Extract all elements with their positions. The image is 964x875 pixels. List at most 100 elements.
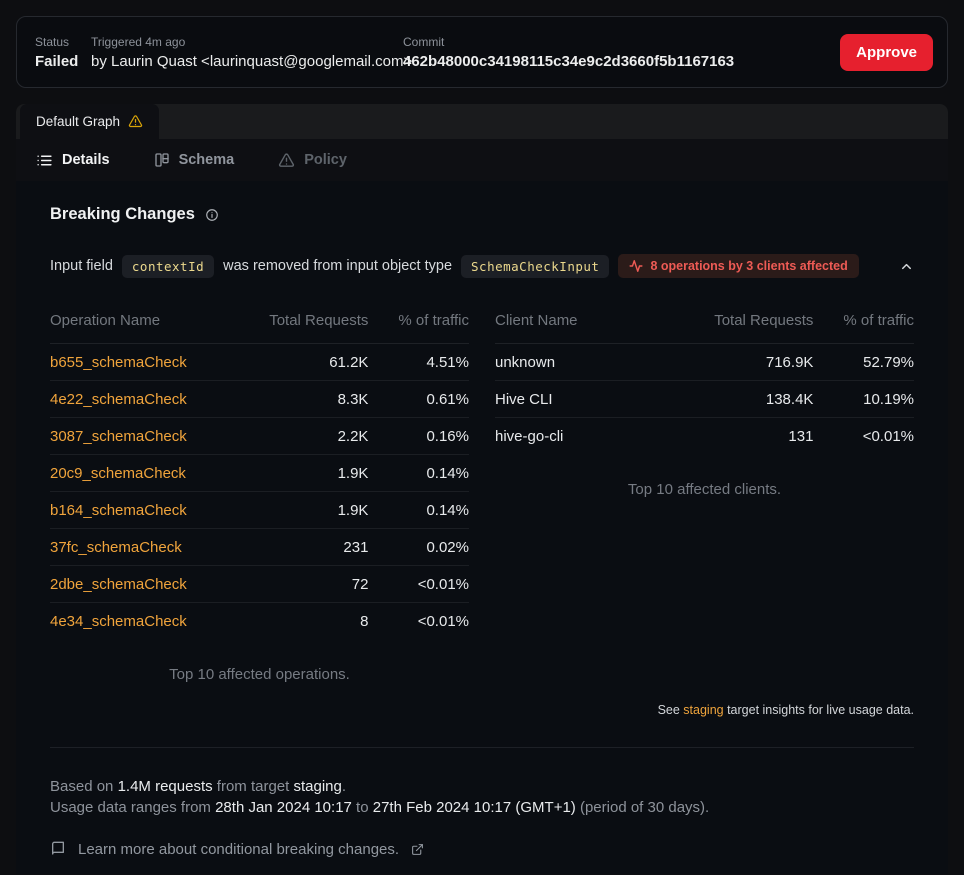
traffic-cell: <0.01%	[813, 418, 914, 455]
operation-link[interactable]: 4e34_schemaCheck	[50, 613, 187, 630]
operation-link[interactable]: 3087_schemaCheck	[50, 428, 187, 445]
breaking-changes-title: Breaking Changes	[50, 205, 195, 224]
status-label: Status	[35, 35, 91, 49]
requests-cell: 1.9K	[243, 455, 369, 492]
insights-note: See staging target insights for live usa…	[34, 703, 930, 717]
warning-icon	[128, 114, 143, 129]
table-row: 4e22_schemaCheck8.3K0.61%	[50, 381, 469, 418]
table-row: Hive CLI138.4K10.19%	[495, 381, 914, 418]
footer-date-to: 27th Feb 2024 10:17 (GMT+1)	[373, 799, 576, 816]
traffic-cell: <0.01%	[368, 566, 469, 603]
table-row: 3087_schemaCheck 2.2K0.16%	[50, 418, 469, 455]
traffic-cell: 4.51%	[368, 344, 469, 381]
tab-policy[interactable]: Policy	[278, 152, 347, 169]
client-name-cell: hive-go-cli	[495, 418, 688, 455]
requests-cell: 1.9K	[243, 492, 369, 529]
table-row: hive-go-cli131<0.01%	[495, 418, 914, 455]
learn-more-label: Learn more about conditional breaking ch…	[78, 839, 399, 860]
impact-badge-label: 8 operations by 3 clients affected	[650, 259, 847, 273]
table-row: 2dbe_schemaCheck 72<0.01%	[50, 566, 469, 603]
col-pct-traffic: % of traffic	[368, 306, 469, 344]
traffic-cell: 10.19%	[813, 381, 914, 418]
breaking-change-row[interactable]: Input field contextId was removed from i…	[34, 254, 930, 278]
page: Status Failed Triggered 4m ago by Laurin…	[0, 0, 964, 875]
operation-link[interactable]: 37fc_schemaCheck	[50, 539, 182, 556]
change-text-middle: was removed from input object type	[223, 258, 452, 274]
footer-date-from: 28th Jan 2024 10:17	[215, 799, 352, 816]
traffic-cell: 0.16%	[368, 418, 469, 455]
col-operation-name: Operation Name	[50, 306, 243, 344]
details-list-icon	[36, 152, 53, 169]
impact-badge: 8 operations by 3 clients affected	[618, 254, 858, 278]
check-content: Breaking Changes Input field contextId w…	[16, 181, 948, 874]
clients-table: Client Name Total Requests % of traffic …	[495, 306, 914, 455]
traffic-cell: 0.02%	[368, 529, 469, 566]
requests-cell: 138.4K	[688, 381, 814, 418]
check-toolbar: Details Schema Policy	[16, 139, 948, 181]
triggered-column: Triggered 4m ago by Laurin Quast <laurin…	[91, 35, 403, 70]
col-pct-traffic: % of traffic	[813, 306, 914, 344]
breaking-changes-heading: Breaking Changes	[34, 205, 930, 224]
info-icon[interactable]	[205, 208, 219, 222]
external-link-icon	[411, 843, 424, 856]
change-text-prefix: Input field	[50, 258, 113, 274]
tab-policy-label: Policy	[304, 152, 347, 168]
staging-insights-link[interactable]: staging	[683, 703, 723, 717]
tab-schema-label: Schema	[179, 152, 235, 168]
footer-text: Based on	[50, 778, 118, 795]
operations-header-row: Operation Name Total Requests % of traff…	[50, 306, 469, 344]
requests-cell: 2.2K	[243, 418, 369, 455]
insights-suffix: target insights for live usage data.	[724, 703, 914, 717]
pulse-icon	[629, 259, 643, 273]
type-code-chip: SchemaCheckInput	[461, 255, 609, 278]
commit-label: Commit	[403, 35, 840, 49]
table-row: 20c9_schemaCheck1.9K0.14%	[50, 455, 469, 492]
requests-cell: 8.3K	[243, 381, 369, 418]
approve-button[interactable]: Approve	[840, 34, 933, 71]
col-total-requests: Total Requests	[243, 306, 369, 344]
footer: Based on 1.4M requests from target stagi…	[34, 748, 930, 860]
requests-cell: 72	[243, 566, 369, 603]
tab-details[interactable]: Details	[36, 152, 110, 169]
requests-cell: 231	[243, 529, 369, 566]
footer-text: to	[352, 799, 373, 816]
footer-text: from target	[213, 778, 294, 795]
schema-panels-icon	[154, 152, 170, 168]
graph-tab-label: Default Graph	[36, 114, 120, 129]
status-value: Failed	[35, 53, 91, 70]
footer-requests-count: 1.4M requests	[118, 778, 213, 795]
operation-link[interactable]: b164_schemaCheck	[50, 502, 187, 519]
status-card: Status Failed Triggered 4m ago by Laurin…	[16, 16, 948, 88]
clients-caption: Top 10 affected clients.	[495, 481, 914, 498]
table-row: b164_schemaCheck 1.9K0.14%	[50, 492, 469, 529]
footer-text: Usage data ranges from	[50, 799, 215, 816]
commit-column: Commit 462b48000c34198115c34e9c2d3660f5b…	[403, 35, 840, 70]
operation-link[interactable]: 4e22_schemaCheck	[50, 391, 187, 408]
check-card: Default Graph Details Schema	[16, 104, 948, 874]
learn-more-link[interactable]: Learn more about conditional breaking ch…	[50, 839, 914, 860]
tab-default-graph[interactable]: Default Graph	[20, 104, 159, 139]
operations-caption: Top 10 affected operations.	[50, 666, 469, 683]
chevron-up-icon[interactable]	[899, 259, 914, 274]
operation-link[interactable]: 20c9_schemaCheck	[50, 465, 186, 482]
table-row: 37fc_schemaCheck 2310.02%	[50, 529, 469, 566]
footer-text: .	[342, 778, 346, 795]
col-client-name: Client Name	[495, 306, 688, 344]
traffic-cell: <0.01%	[368, 603, 469, 640]
client-name-cell: Hive CLI	[495, 381, 688, 418]
operation-link[interactable]: 2dbe_schemaCheck	[50, 576, 187, 593]
requests-cell: 8	[243, 603, 369, 640]
client-name-cell: unknown	[495, 344, 688, 381]
requests-cell: 61.2K	[243, 344, 369, 381]
footer-text: (period of 30 days).	[576, 799, 709, 816]
requests-cell: 716.9K	[688, 344, 814, 381]
policy-warning-icon	[278, 152, 295, 169]
tab-schema[interactable]: Schema	[154, 152, 235, 168]
operation-link[interactable]: b655_schemaCheck	[50, 354, 187, 371]
usage-tables: Operation Name Total Requests % of traff…	[34, 306, 930, 683]
status-column: Status Failed	[35, 35, 91, 70]
graph-tabstrip: Default Graph	[16, 104, 948, 139]
commit-hash: 462b48000c34198115c34e9c2d3660f5b1167163	[403, 53, 840, 70]
footer-target-name: staging	[293, 778, 341, 795]
traffic-cell: 0.14%	[368, 492, 469, 529]
